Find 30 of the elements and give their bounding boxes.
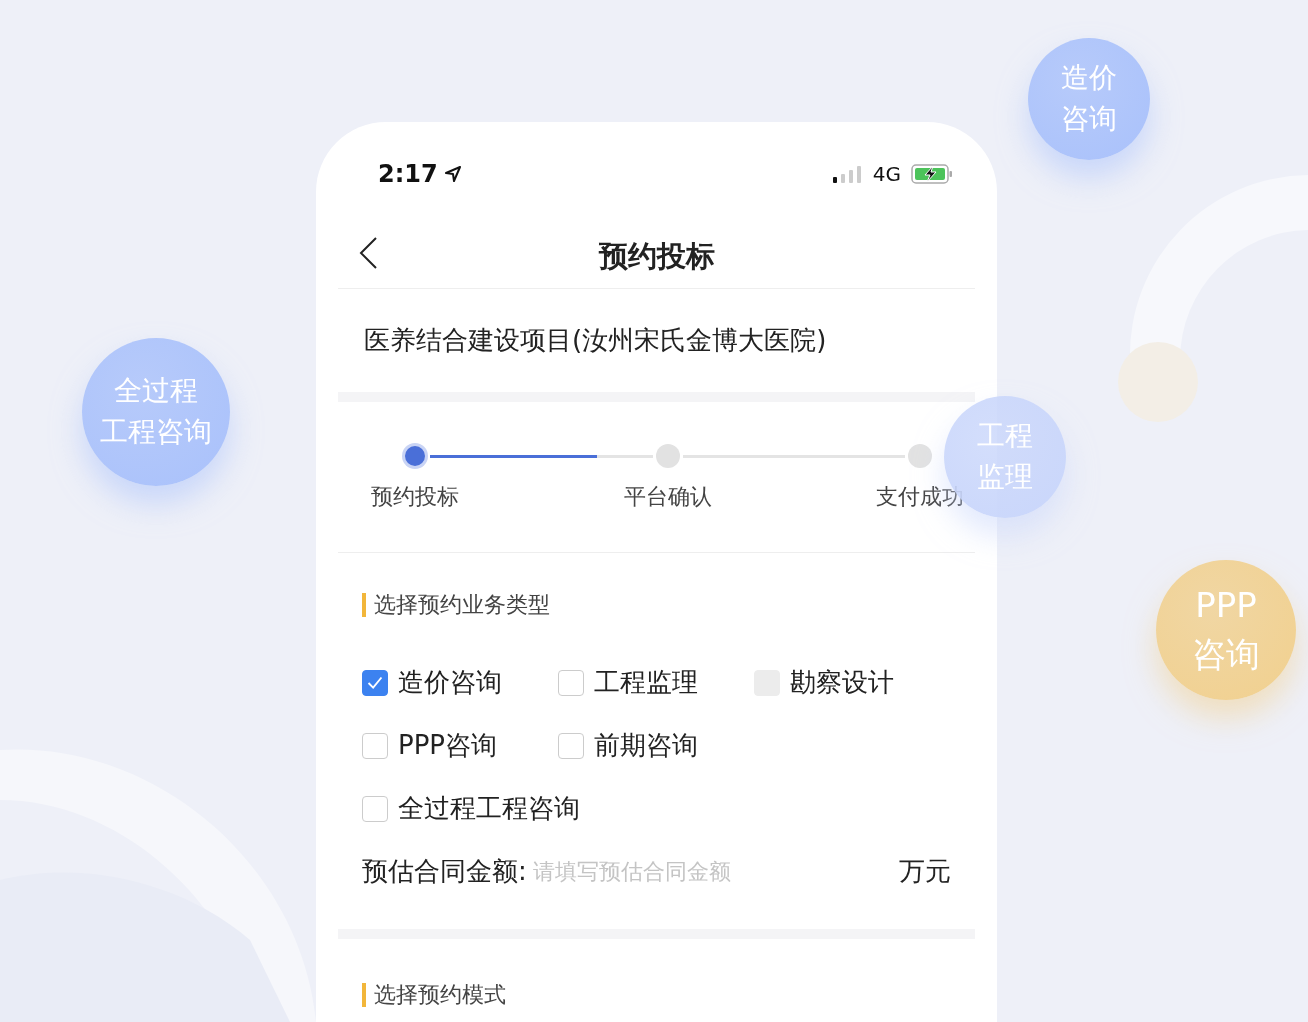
option-checkbox[interactable]: 前期咨询: [558, 728, 754, 763]
project-name: 医养结合建设项目(汝州宋氏金博大医院): [363, 324, 828, 357]
amount-label: 预估合同金额:: [362, 855, 527, 888]
location-arrow-icon: [443, 165, 462, 183]
section-title: 选择预约业务类型: [362, 593, 951, 617]
checkbox[interactable]: [362, 732, 388, 759]
bubble-label: PPP: [1195, 583, 1257, 627]
option-checkbox[interactable]: PPP咨询: [362, 728, 558, 763]
status-time: 2:17: [378, 160, 438, 188]
network-label: 4G: [872, 162, 901, 186]
bubble-label: 咨询: [1061, 101, 1117, 137]
battery-charging-icon: [911, 164, 953, 184]
step-label: 预约投标: [371, 483, 459, 511]
step-label: 支付成功: [876, 483, 964, 511]
bubble-label: 咨询: [1192, 633, 1260, 676]
bubble-label: 造价: [1061, 60, 1117, 97]
option-checkbox[interactable]: 工程监理: [558, 665, 754, 700]
option-checkbox[interactable]: 造价咨询: [362, 665, 558, 700]
section-title: 选择预约模式: [362, 983, 951, 1007]
checkbox[interactable]: [362, 795, 388, 822]
unit-label: 万元: [899, 855, 951, 888]
checkbox[interactable]: [558, 732, 584, 759]
checkbox[interactable]: [362, 669, 388, 696]
bubble-label: 全过程: [114, 373, 198, 410]
option-checkbox[interactable]: 全过程工程咨询: [362, 791, 954, 826]
step-label: 平台确认: [623, 483, 712, 511]
signal-icon: [832, 165, 863, 183]
page-title: 预约投标: [598, 238, 715, 275]
bubble-label: 工程咨询: [100, 414, 212, 450]
checkbox[interactable]: [558, 669, 584, 696]
